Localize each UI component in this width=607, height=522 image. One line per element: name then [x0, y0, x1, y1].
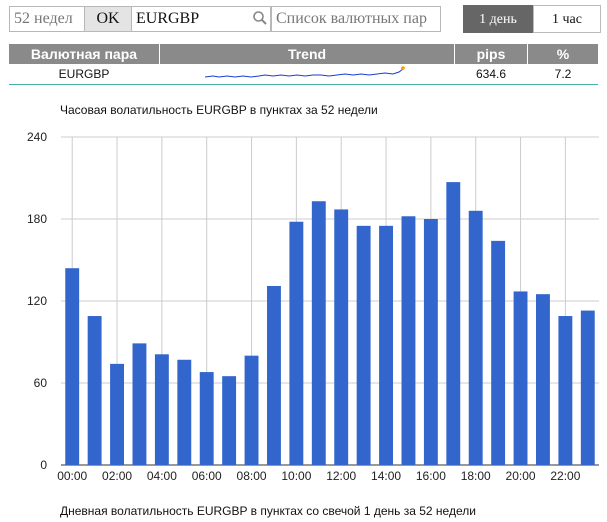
- x-tick-label: 04:00: [147, 469, 177, 483]
- chart-title: Часовая волатильность EURGBP в пунктах з…: [60, 103, 378, 117]
- bar-2300[interactable]: [580, 310, 595, 465]
- trend-sparkline: [204, 64, 407, 82]
- x-tick-label: 22:00: [550, 469, 580, 483]
- bar-1900[interactable]: [491, 240, 506, 465]
- bar-1500[interactable]: [401, 216, 416, 465]
- y-tick-label: 60: [34, 376, 48, 390]
- row-pips: 634.6: [475, 67, 507, 81]
- header-trend: Trend: [160, 44, 454, 64]
- x-tick-label: 16:00: [416, 469, 446, 483]
- bar-0100[interactable]: [87, 316, 102, 465]
- row-pair[interactable]: EURGBP: [9, 66, 159, 82]
- x-tick-label: 00:00: [57, 469, 87, 483]
- period-input[interactable]: 52 недел: [9, 6, 85, 32]
- bar-0600[interactable]: [199, 372, 214, 465]
- volatility-bar-chart: 0 60 120 180 240 00:00 02:00 04:00 06:00 08:00 10:…: [27, 130, 599, 483]
- y-tick-label: 0: [40, 458, 47, 472]
- x-tick-label: 08:00: [237, 469, 267, 483]
- bar-2200[interactable]: [558, 316, 573, 465]
- x-tick-label: 06:00: [192, 469, 222, 483]
- tab-1-day[interactable]: 1 день: [463, 5, 533, 33]
- x-tick-label: 10:00: [281, 469, 311, 483]
- footer-title: Дневная волатильность EURGBP в пунктах с…: [60, 504, 476, 518]
- ok-button[interactable]: OK: [84, 6, 132, 32]
- bar-0800[interactable]: [244, 355, 259, 465]
- search-icon[interactable]: [252, 10, 268, 26]
- x-tick-label: 18:00: [461, 469, 491, 483]
- bar-1800[interactable]: [468, 210, 483, 465]
- bar-1600[interactable]: [423, 219, 438, 465]
- bar-0900[interactable]: [267, 285, 281, 465]
- period-placeholder: 52 недел: [14, 10, 73, 27]
- x-tick-label: 02:00: [102, 469, 132, 483]
- header-pips: pips: [455, 44, 527, 64]
- header-percent: %: [528, 44, 598, 64]
- bar-1300[interactable]: [356, 225, 371, 465]
- y-tick-label: 120: [27, 294, 47, 308]
- pair-list-input[interactable]: Список валютных пар: [271, 6, 441, 32]
- x-tick-label: 12:00: [326, 469, 356, 483]
- symbol-value: EURGBP: [136, 10, 200, 27]
- bar-0200[interactable]: [110, 363, 124, 465]
- tab-1-hour[interactable]: 1 час: [533, 5, 601, 33]
- bar-0000[interactable]: [65, 268, 80, 465]
- bar-0700[interactable]: [222, 376, 237, 465]
- bar-0300[interactable]: [132, 343, 147, 465]
- bar-1100[interactable]: [311, 201, 326, 465]
- x-tick-label: 14:00: [371, 469, 401, 483]
- symbol-input[interactable]: EURGBP: [131, 6, 271, 32]
- bar-1700[interactable]: [446, 182, 461, 465]
- table-divider: [9, 84, 598, 85]
- bar-2100[interactable]: [536, 294, 550, 465]
- row-percent: 7.2: [554, 67, 572, 81]
- bar-1200[interactable]: [334, 209, 349, 465]
- bar-0400[interactable]: [154, 354, 169, 465]
- y-tick-label: 240: [27, 130, 47, 144]
- pair-list-placeholder: Список валютных пар: [276, 10, 427, 27]
- bar-2000[interactable]: [513, 291, 528, 465]
- header-currency-pair: Валютная пара: [9, 44, 159, 64]
- y-tick-label: 180: [27, 212, 47, 226]
- bar-0500[interactable]: [177, 359, 192, 465]
- bar-1000[interactable]: [289, 221, 304, 465]
- x-tick-label: 20:00: [506, 469, 536, 483]
- bar-1400[interactable]: [379, 225, 393, 465]
